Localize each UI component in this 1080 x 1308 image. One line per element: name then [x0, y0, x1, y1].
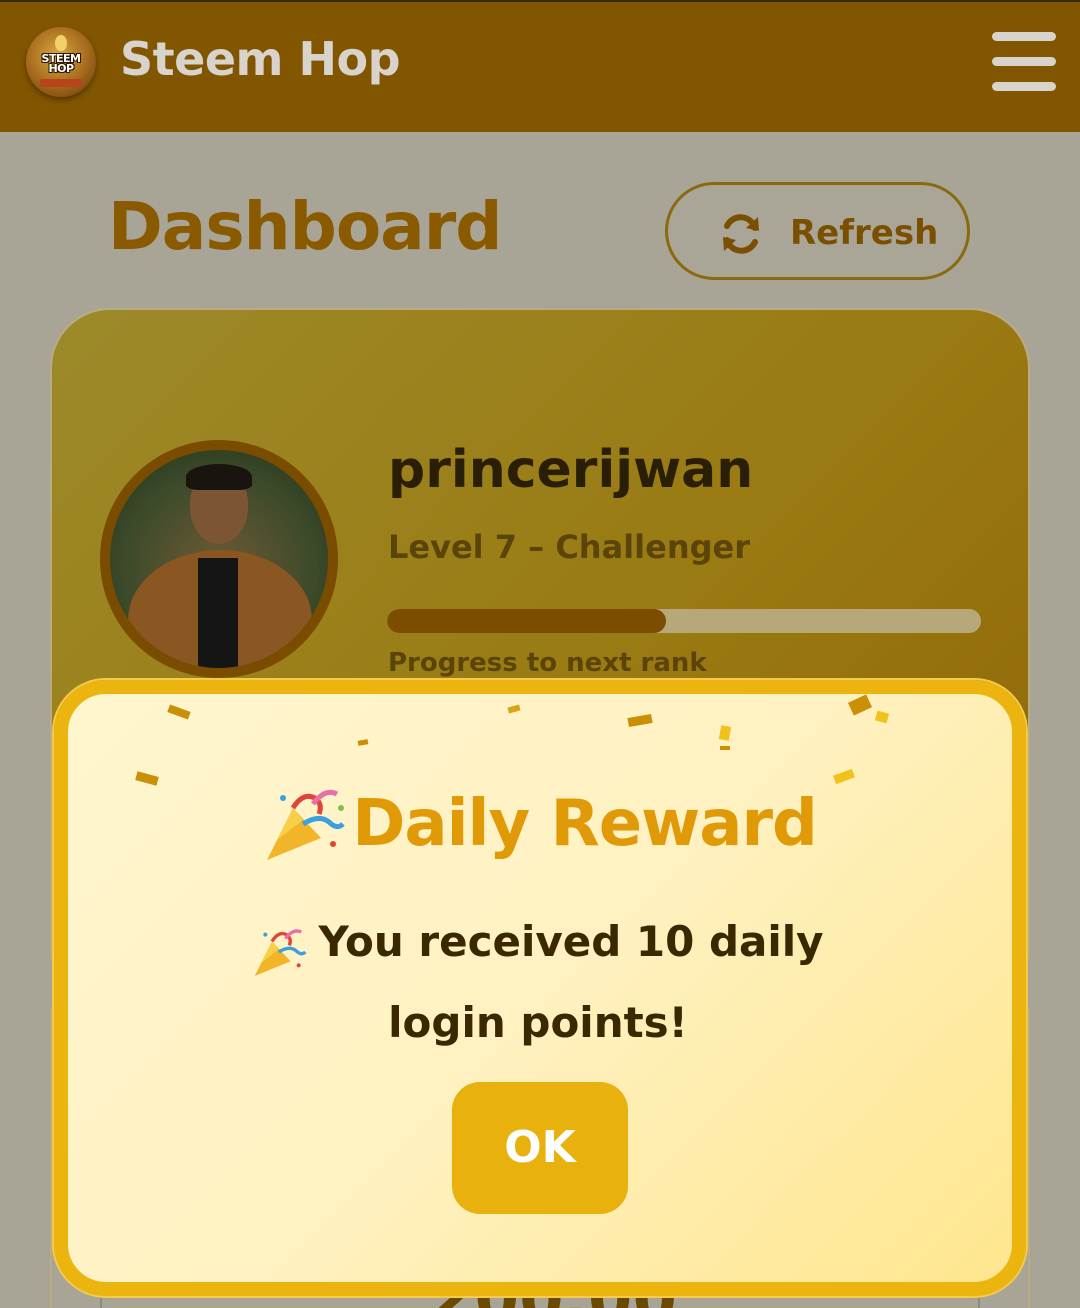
modal-message-row: You received 10 daily login points! — [188, 906, 888, 1068]
logo-text: STEEM HOP — [41, 52, 81, 75]
confetti-piece — [167, 704, 191, 720]
progress-label: Progress to next rank — [388, 648, 707, 678]
avatar-hair — [186, 464, 252, 490]
daily-reward-modal: Daily Reward You received 10 daily login… — [54, 680, 1026, 1296]
modal-title: Daily Reward — [352, 787, 818, 861]
refresh-button[interactable]: Refresh — [665, 182, 970, 280]
confetti-piece — [847, 694, 873, 716]
rank-progress-bar — [387, 609, 981, 633]
app-screen: STEEM HOP Steem Hop Dashboard Refresh 20… — [0, 0, 1080, 1308]
confetti-piece — [833, 768, 855, 785]
avatar-shirt — [198, 558, 238, 668]
party-popper-icon — [255, 928, 307, 976]
confetti-piece — [874, 710, 890, 724]
confetti-piece — [507, 704, 521, 714]
user-avatar — [100, 440, 338, 678]
modal-message: You received 10 daily login points! — [318, 917, 824, 1047]
steem-hop-logo[interactable]: STEEM HOP — [26, 27, 96, 97]
refresh-label: Refresh — [790, 213, 939, 253]
confetti-piece — [357, 739, 369, 746]
ok-button-label: OK — [504, 1122, 576, 1173]
modal-title-row: Daily Reward — [68, 784, 1012, 864]
level-rank: Level 7 – Challenger — [388, 528, 750, 566]
rank-progress-fill — [387, 609, 667, 633]
chick-icon — [55, 35, 67, 51]
logo-brick-bar — [40, 79, 82, 87]
app-title[interactable]: Steem Hop — [120, 32, 401, 86]
confetti-piece — [627, 713, 653, 728]
refresh-icon — [723, 214, 759, 254]
username: princerijwan — [388, 440, 754, 500]
page-title: Dashboard — [108, 188, 503, 265]
confetti-piece — [720, 746, 730, 750]
app-header: STEEM HOP Steem Hop — [0, 0, 1080, 132]
ok-button[interactable]: OK — [452, 1082, 628, 1214]
hamburger-menu-icon[interactable] — [992, 32, 1056, 91]
party-popper-icon — [267, 789, 345, 860]
confetti-piece — [718, 725, 732, 741]
